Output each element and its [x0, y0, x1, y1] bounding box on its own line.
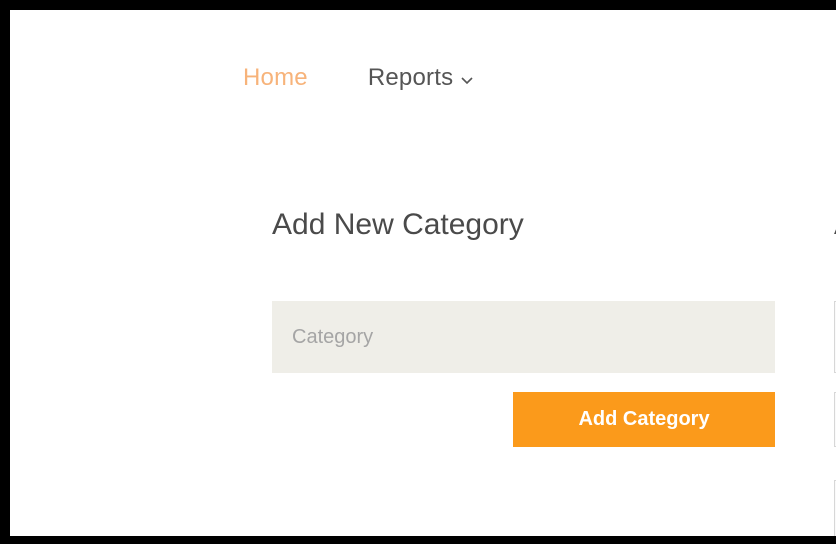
chevron-down-icon — [461, 64, 473, 92]
nav-reports-dropdown[interactable]: Reports — [368, 64, 473, 92]
add-category-title: Add New Category — [272, 208, 524, 241]
category-input[interactable] — [272, 301, 775, 373]
nav-reports-label: Reports — [367, 64, 454, 91]
nav-home-link[interactable]: Home — [243, 64, 308, 92]
top-nav: Home Reports — [243, 58, 473, 98]
app-window: Home Reports Add New Category Add Catego… — [0, 0, 836, 544]
add-category-button[interactable]: Add Category — [513, 392, 775, 447]
